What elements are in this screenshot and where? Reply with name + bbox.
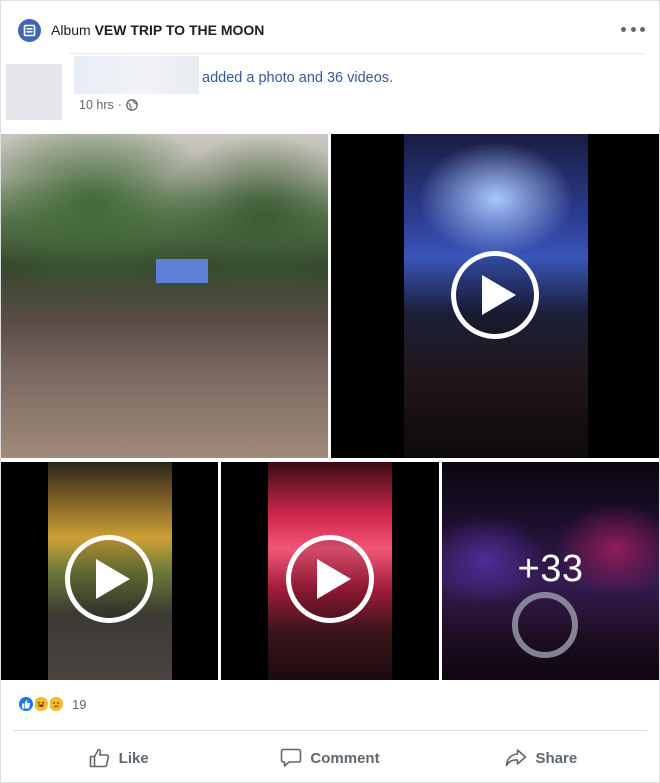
comment-label: Comment bbox=[310, 749, 380, 767]
reactions-summary[interactable]: 19 bbox=[17, 695, 86, 713]
like-button[interactable]: Like bbox=[13, 736, 224, 780]
album-icon bbox=[18, 19, 41, 42]
comment-button[interactable]: Comment bbox=[224, 736, 435, 780]
media-video-3[interactable] bbox=[221, 462, 439, 680]
header-divider bbox=[69, 53, 645, 54]
media-photo-1[interactable] bbox=[1, 134, 328, 458]
share-icon bbox=[506, 749, 527, 767]
album-title[interactable]: Album VEW TRIP TO THE MOON bbox=[51, 22, 264, 38]
post-card: Album VEW TRIP TO THE MOON added a photo… bbox=[0, 0, 660, 783]
redacted-author-name bbox=[74, 56, 199, 94]
like-reaction-icon bbox=[17, 695, 35, 713]
post-header: Album VEW TRIP TO THE MOON bbox=[1, 1, 659, 53]
more-media-count: +33 bbox=[517, 548, 584, 590]
dot-icon bbox=[630, 26, 636, 32]
media-video-2[interactable] bbox=[1, 462, 218, 680]
dot-icon bbox=[621, 26, 626, 32]
share-button[interactable]: Share bbox=[436, 736, 647, 780]
media-more-tile[interactable]: +33 bbox=[442, 462, 659, 680]
play-icon[interactable] bbox=[65, 535, 153, 623]
dot-icon bbox=[640, 26, 645, 32]
post-actions: Like Comment Share bbox=[13, 736, 647, 780]
stage-screen-graphic bbox=[156, 259, 208, 283]
like-icon bbox=[89, 748, 109, 768]
album-label: Album bbox=[51, 22, 91, 38]
avatar[interactable] bbox=[6, 64, 62, 120]
globe-icon[interactable] bbox=[126, 99, 138, 111]
play-icon[interactable] bbox=[286, 535, 374, 623]
timestamp[interactable]: 10 hrs bbox=[79, 98, 114, 112]
album-name[interactable]: VEW TRIP TO THE MOON bbox=[95, 22, 265, 38]
more-options-icon[interactable] bbox=[621, 21, 645, 37]
share-label: Share bbox=[535, 749, 578, 767]
post-meta: 10 hrs · bbox=[79, 98, 138, 112]
comment-icon bbox=[281, 748, 302, 767]
media-video-1[interactable] bbox=[331, 134, 659, 458]
post-action-text[interactable]: added a photo and 36 videos. bbox=[202, 70, 393, 86]
play-icon[interactable] bbox=[451, 251, 539, 339]
reaction-count[interactable]: 19 bbox=[72, 697, 86, 712]
separator: · bbox=[117, 98, 122, 112]
like-label: Like bbox=[118, 749, 149, 767]
actions-divider bbox=[13, 730, 647, 731]
